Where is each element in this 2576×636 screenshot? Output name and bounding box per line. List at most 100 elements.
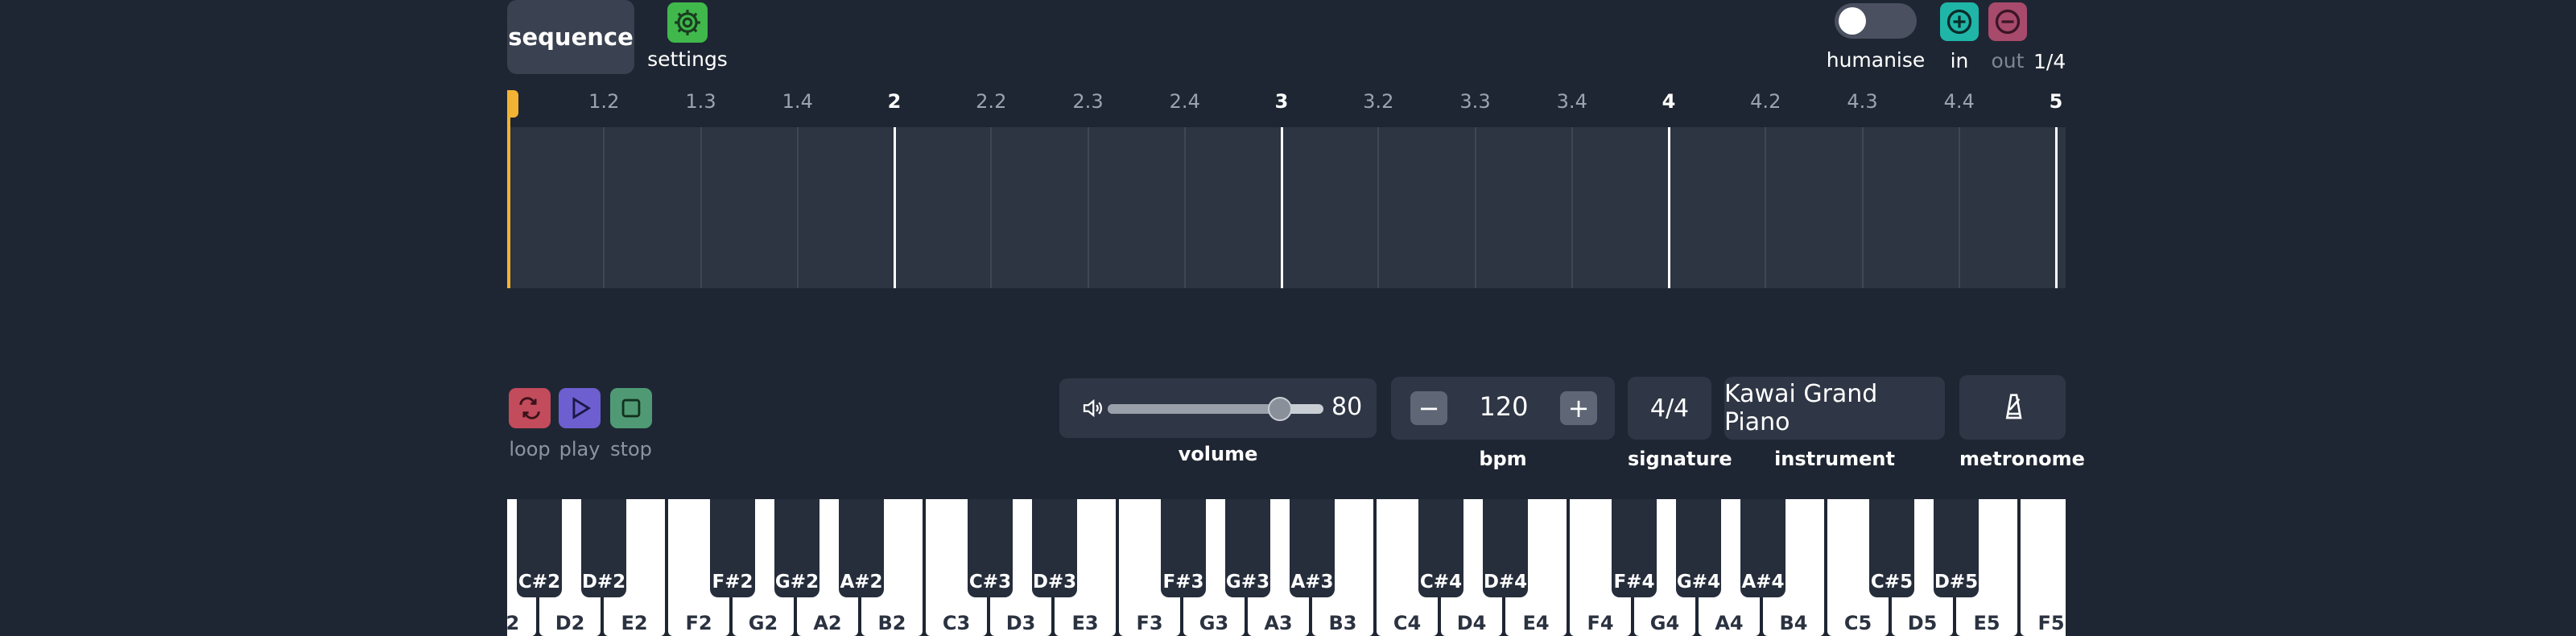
humanise-label: humanise <box>1826 48 1926 72</box>
piano-black-key[interactable]: F#4 <box>1612 499 1657 597</box>
beat-line <box>1958 127 1960 288</box>
volume-slider-thumb[interactable] <box>1268 397 1293 421</box>
piano-black-key[interactable]: A#4 <box>1740 499 1785 597</box>
key-label: E5 <box>1973 612 2000 634</box>
volume-label: volume <box>1178 443 1258 465</box>
piano-black-key[interactable]: G#3 <box>1225 499 1270 597</box>
minus-icon: − <box>1418 393 1440 423</box>
beat-line <box>1861 127 1864 288</box>
key-label: F#2 <box>712 572 753 593</box>
key-label: G2 <box>748 612 778 634</box>
zoom-in-button[interactable]: in <box>1935 0 1984 74</box>
metronome-button[interactable] <box>1959 375 2066 440</box>
sequence-tab-label: sequence <box>508 23 634 51</box>
metronome-label: metronome <box>1959 448 2085 470</box>
plus-icon: + <box>1567 393 1590 423</box>
metronome-icon <box>1996 390 2029 425</box>
playhead[interactable] <box>507 90 510 288</box>
bpm-value[interactable]: 120 <box>1455 391 1552 422</box>
bar-line <box>893 127 896 288</box>
beat-line <box>1571 127 1573 288</box>
key-label: A3 <box>1264 612 1293 634</box>
piano-white-key[interactable]: F5 <box>2021 499 2066 636</box>
key-label: F3 <box>1136 612 1163 634</box>
timeline-tick-label: 3.4 <box>1556 90 1587 113</box>
key-label: D#3 <box>1032 572 1077 593</box>
timeline-tick-label: 2.2 <box>976 90 1007 113</box>
piano-black-key[interactable]: F#3 <box>1161 499 1206 597</box>
play-button[interactable]: play <box>557 388 602 460</box>
key-label: F2 <box>685 612 712 634</box>
speaker-icon <box>1080 396 1104 423</box>
sequencer-app: sequence settings humanise in out 1/4 1.… <box>507 0 2085 636</box>
key-label: F4 <box>1587 612 1614 634</box>
instrument-select[interactable]: Kawai Grand Piano <box>1724 377 1945 440</box>
instrument-label: instrument <box>1774 448 1895 470</box>
toggle-knob <box>1839 7 1866 35</box>
timeline-tick-label: 4 <box>1662 90 1676 113</box>
key-label: G#2 <box>774 572 819 593</box>
timeline-tick-label: 3.2 <box>1363 90 1394 113</box>
humanise-toggle[interactable] <box>1835 3 1917 39</box>
loop-icon <box>509 388 551 428</box>
stop-button[interactable]: stop <box>609 388 654 460</box>
settings-label: settings <box>647 47 728 71</box>
key-label: D3 <box>1005 612 1036 634</box>
bpm-decrease-button[interactable]: − <box>1410 391 1447 425</box>
key-label: C2 <box>507 612 520 634</box>
piano-black-key[interactable]: G#2 <box>774 499 819 597</box>
playhead-handle[interactable] <box>507 90 518 118</box>
piano-black-key[interactable]: D#3 <box>1032 499 1077 597</box>
settings-button[interactable]: settings <box>644 0 731 74</box>
key-label: C3 <box>942 612 971 634</box>
beat-line <box>1183 127 1186 288</box>
volume-slider-fill <box>1108 404 1281 414</box>
key-label: A#2 <box>840 572 883 593</box>
volume-value: 80 <box>1331 393 1363 421</box>
gear-icon <box>667 2 708 43</box>
play-icon <box>559 388 601 428</box>
key-label: A#3 <box>1290 572 1334 593</box>
key-label: G4 <box>1649 612 1680 634</box>
bpm-increase-button[interactable]: + <box>1560 391 1597 425</box>
piano-black-key[interactable]: F#2 <box>710 499 755 597</box>
piano-black-key[interactable]: A#2 <box>839 499 884 597</box>
key-label: B2 <box>877 612 906 634</box>
key-label: C5 <box>1843 612 1872 634</box>
piano-black-key[interactable]: C#3 <box>968 499 1013 597</box>
key-label: A2 <box>813 612 842 634</box>
beat-line <box>1377 127 1380 288</box>
zoom-out-button[interactable]: out <box>1984 0 2032 74</box>
key-label: G#3 <box>1225 572 1270 593</box>
key-label: D2 <box>555 612 585 634</box>
zoom-out-label: out <box>1991 49 2025 72</box>
key-label: D4 <box>1456 612 1487 634</box>
loop-button[interactable]: loop <box>507 388 552 460</box>
timeline-tick-label: 5 <box>2049 90 2063 113</box>
humanise-control: humanise <box>1826 3 1926 76</box>
key-label: E4 <box>1522 612 1550 634</box>
piano-black-key[interactable]: C#4 <box>1418 499 1463 597</box>
piano-black-key[interactable]: C#2 <box>517 499 562 597</box>
key-label: C#5 <box>1870 572 1913 593</box>
volume-slider[interactable] <box>1108 397 1323 421</box>
piano-black-key[interactable]: C#5 <box>1869 499 1914 597</box>
beat-line <box>1765 127 1767 288</box>
piano-black-key[interactable]: D#4 <box>1483 499 1528 597</box>
piano-black-key[interactable]: G#4 <box>1676 499 1721 597</box>
time-signature-select[interactable]: 4/4 <box>1628 377 1711 440</box>
piano-black-key[interactable]: D#2 <box>581 499 626 597</box>
sequence-tab[interactable]: sequence <box>507 0 634 74</box>
bar-line <box>2054 127 2058 288</box>
bpm-label: bpm <box>1479 448 1527 470</box>
bar-line <box>1667 127 1670 288</box>
piano-black-key[interactable]: A#3 <box>1290 499 1335 597</box>
beat-line <box>1087 127 1089 288</box>
timeline-tick-label: 1.3 <box>685 90 716 113</box>
piano-black-key[interactable]: D#5 <box>1934 499 1979 597</box>
sequence-track[interactable] <box>507 127 2066 288</box>
key-label: D#4 <box>1483 572 1528 593</box>
loop-label: loop <box>509 438 551 460</box>
key-label: E3 <box>1071 612 1099 634</box>
plus-circle-icon <box>1940 2 1979 41</box>
